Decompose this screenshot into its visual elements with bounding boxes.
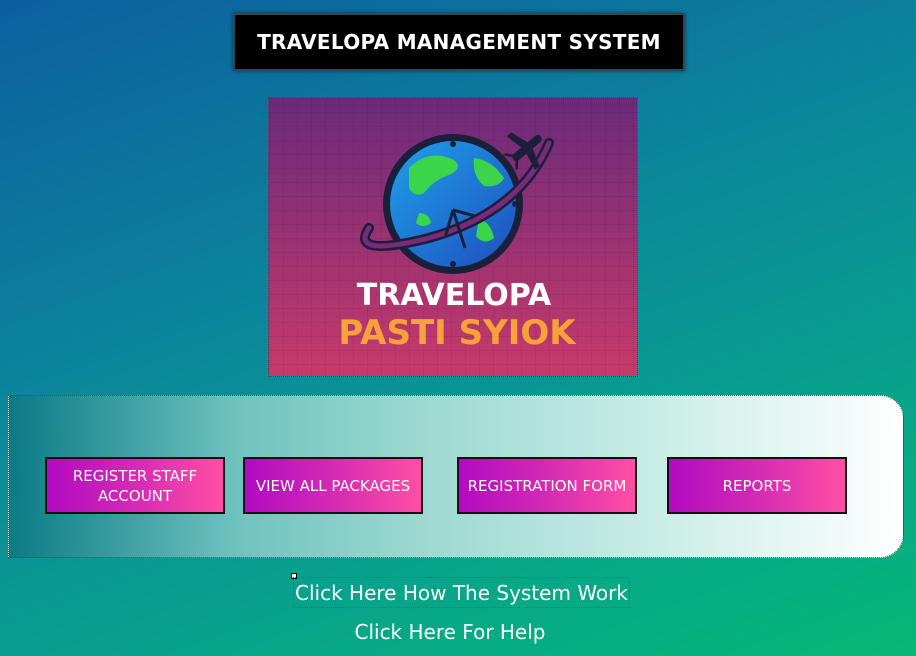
travelopa-logo: TRAVELOPA PASTI SYIOK bbox=[268, 97, 638, 377]
logo-line1: TRAVELOPA bbox=[357, 278, 552, 313]
page-title: TRAVELOPA MANAGEMENT SYSTEM bbox=[257, 30, 661, 54]
help-link[interactable]: Click Here For Help bbox=[330, 617, 570, 647]
logo-line2: PASTI SYIOK bbox=[338, 313, 577, 353]
registration-form-button[interactable]: REGISTRATION FORM bbox=[457, 457, 637, 514]
title-banner: TRAVELOPA MANAGEMENT SYSTEM bbox=[233, 13, 685, 71]
view-all-packages-button[interactable]: VIEW ALL PACKAGES bbox=[243, 457, 423, 514]
how-system-works-link[interactable]: Click Here How The System Work bbox=[293, 577, 630, 608]
logo-graphic: TRAVELOPA PASTI SYIOK bbox=[269, 98, 637, 376]
reports-button[interactable]: REPORTS bbox=[667, 457, 847, 514]
register-staff-account-button[interactable]: REGISTER STAFF ACCOUNT bbox=[45, 457, 225, 514]
